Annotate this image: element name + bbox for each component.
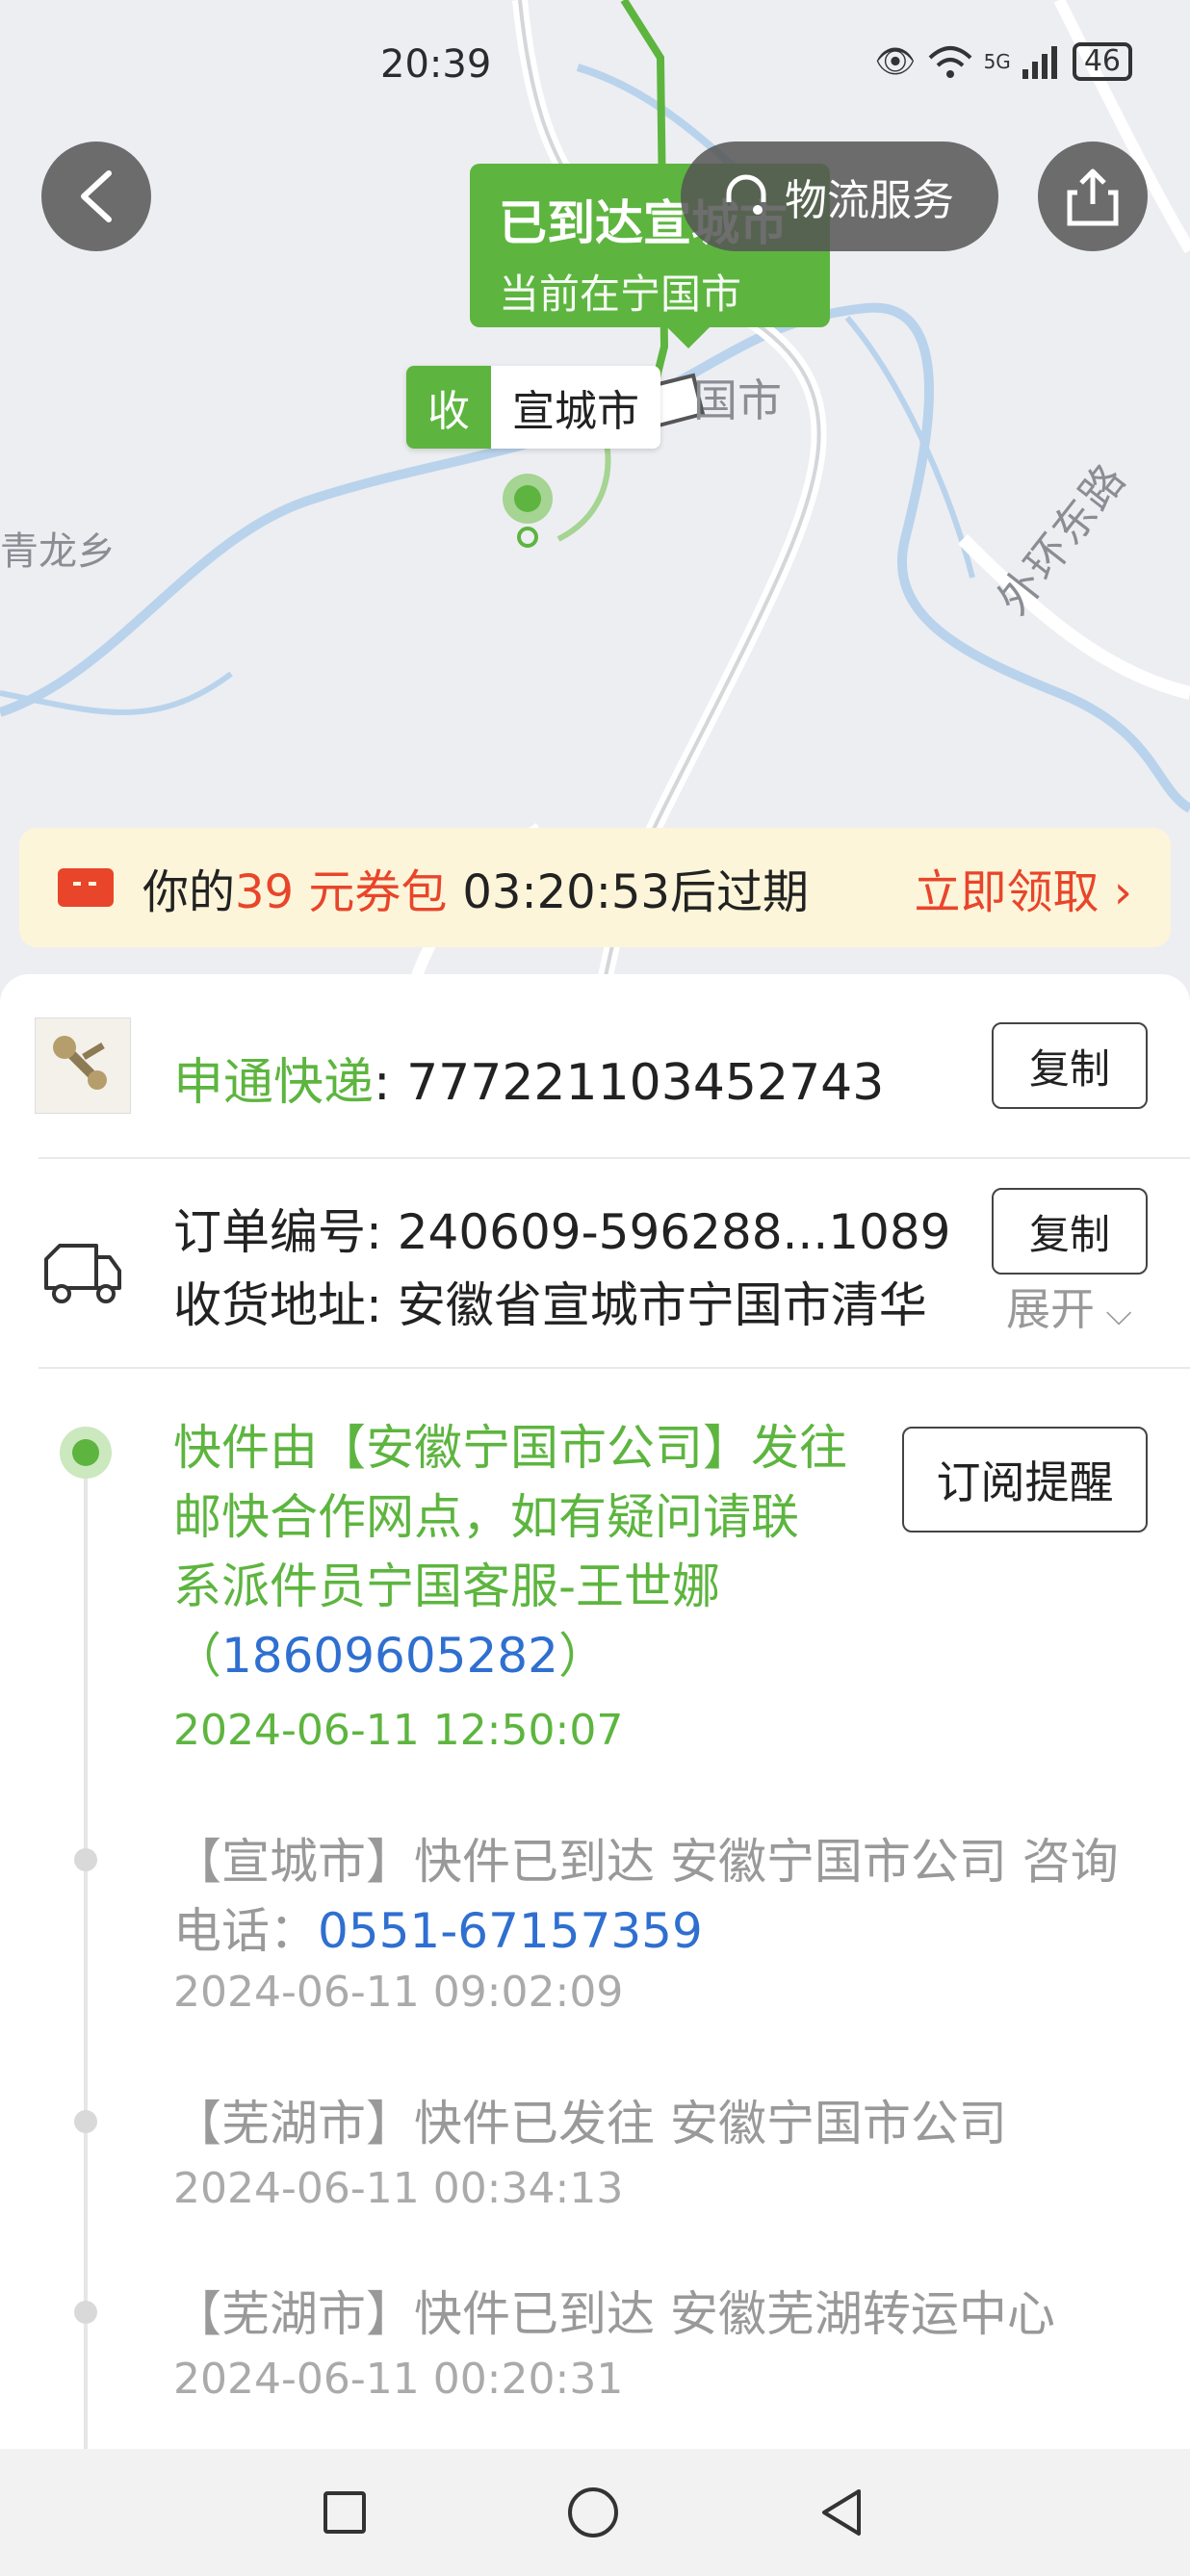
timeline-event-time: 2024-06-11 12:50:07 bbox=[173, 1706, 624, 1755]
back-nav-button[interactable] bbox=[815, 2486, 868, 2539]
subscribe-reminder-button[interactable]: 订阅提醒 bbox=[902, 1427, 1148, 1533]
hotline-phone-link[interactable]: 0551-67157359 bbox=[318, 1903, 703, 1959]
timeline-event: 【芜湖市】快件已发往 安徽宁国市公司 bbox=[173, 2096, 1007, 2151]
map-label-qinglong: 青龙乡 bbox=[0, 529, 116, 574]
timeline-event: 【芜湖市】快件已到达 安徽芜湖转运中心 bbox=[173, 2286, 1055, 2342]
status-bar: 20:39 👁 5G 46 bbox=[0, 0, 1190, 125]
copy-tracking-button[interactable]: 复制 bbox=[992, 1022, 1148, 1109]
address-line: 收货地址: 安徽省宣城市宁国市清华 bbox=[173, 1267, 927, 1336]
recent-apps-button[interactable] bbox=[318, 2486, 372, 2539]
chevron-left-icon bbox=[81, 170, 112, 222]
timeline-dot bbox=[74, 1848, 97, 1871]
battery-icon: 46 bbox=[1072, 42, 1132, 81]
timeline-dot bbox=[74, 2301, 97, 2324]
timeline-event-time: 2024-06-11 09:02:09 bbox=[173, 1968, 624, 2017]
share-button[interactable] bbox=[1038, 142, 1148, 251]
wifi-icon bbox=[928, 46, 971, 78]
address-label: 收货地址: bbox=[173, 1277, 398, 1333]
status-icons: 👁 5G 46 bbox=[874, 42, 1132, 81]
timeline-dot-active bbox=[60, 1427, 112, 1479]
back-button[interactable] bbox=[41, 142, 151, 251]
tracking-info: 申通快递: 777221103452743 bbox=[173, 1042, 884, 1114]
order-label: 订单编号: bbox=[173, 1204, 398, 1260]
order-number: 240609-596288...1089 bbox=[397, 1204, 951, 1260]
receive-tag: 收 宣城市 bbox=[406, 366, 660, 449]
expand-address-button[interactable]: 展开 ⌵ bbox=[1006, 1275, 1132, 1338]
signal-icon bbox=[1022, 46, 1057, 79]
status-time: 20:39 bbox=[380, 42, 492, 87]
eye-icon: 👁 bbox=[874, 42, 917, 81]
map-view[interactable]: 青龙乡 国市 外环东路 20:39 👁 5G 46 已到达宣城市 当前在宁国市 … bbox=[0, 0, 1190, 1020]
courier-phone-link[interactable]: 18609605282 bbox=[221, 1628, 558, 1684]
chevron-down-icon: ⌵ bbox=[1095, 1294, 1132, 1333]
ticket-icon bbox=[58, 868, 114, 907]
courier-name: 申通快递 bbox=[173, 1054, 375, 1112]
order-row: 订单编号: 240609-596288...1089 复制 收货地址: 安徽省宣… bbox=[0, 1157, 1190, 1378]
coupon-prefix: 你的 bbox=[142, 865, 236, 919]
order-number-line: 订单编号: 240609-596288...1089 bbox=[173, 1194, 950, 1263]
headset-icon bbox=[726, 174, 766, 215]
network-type: 5G bbox=[983, 50, 1011, 73]
claim-coupon-link[interactable]: 立即领取 › bbox=[915, 854, 1132, 921]
truck-icon bbox=[44, 1244, 121, 1303]
system-nav-bar bbox=[0, 2449, 1190, 2576]
product-thumbnail[interactable] bbox=[35, 1018, 131, 1114]
timeline-dot bbox=[74, 2110, 97, 2133]
coupon-countdown: 03:20:53后过期 bbox=[462, 865, 809, 919]
address-value: 安徽省宣城市宁国市清华 bbox=[397, 1277, 927, 1333]
status-bubble-subtitle: 当前在宁国市 bbox=[499, 270, 742, 318]
shipment-panel: 申通快递: 777221103452743 复制 订单编号: 240609-59… bbox=[0, 974, 1190, 2476]
courier-row: 申通快递: 777221103452743 复制 bbox=[0, 974, 1190, 1157]
chevron-right-icon: › bbox=[1113, 865, 1132, 919]
coupon-banner[interactable]: 你的 39 元券包 03:20:53后过期 立即领取 › bbox=[19, 828, 1171, 947]
timeline-event-latest: 快件由【安徽宁国市公司】发往 邮快合作网点，如有疑问请联 系派件员宁国客服-王世… bbox=[173, 1420, 847, 1684]
home-button[interactable] bbox=[566, 2486, 620, 2539]
timeline-event-time: 2024-06-11 00:34:13 bbox=[173, 2164, 624, 2213]
coupon-amount: 39 元券包 bbox=[235, 865, 448, 919]
map-label-city: 国市 bbox=[693, 374, 782, 426]
divider bbox=[39, 1367, 1190, 1369]
timeline-event-time: 2024-06-11 00:20:31 bbox=[173, 2355, 624, 2404]
claim-coupon-label: 立即领取 bbox=[914, 865, 1099, 919]
logistics-service-button[interactable]: 物流服务 bbox=[681, 142, 998, 251]
share-icon bbox=[1067, 168, 1119, 226]
receive-tag-city: 宣城市 bbox=[491, 366, 660, 449]
tracking-number: : 777221103452743 bbox=[374, 1054, 885, 1112]
receive-tag-label: 收 bbox=[406, 366, 491, 449]
timeline-event: 【宣城市】快件已到达 安徽宁国市公司 咨询 电话：0551-67157359 bbox=[173, 1834, 1119, 1959]
logistics-service-label: 物流服务 bbox=[785, 176, 954, 225]
copy-order-button[interactable]: 复制 bbox=[992, 1188, 1148, 1275]
